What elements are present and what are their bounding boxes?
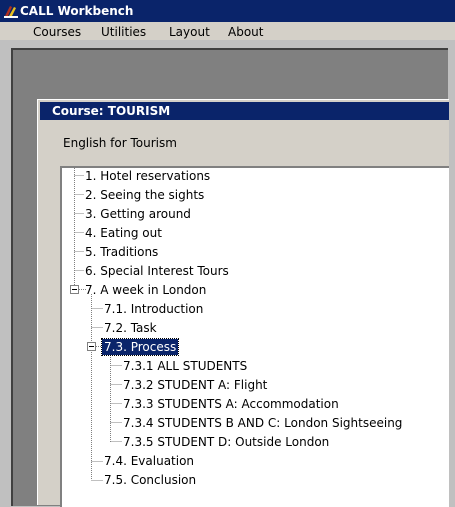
menu-layout[interactable]: Layout: [169, 24, 210, 40]
course-window-title: Course: TOURISM: [52, 104, 171, 118]
tree-node[interactable]: 5. Traditions: [85, 244, 158, 260]
tree-node[interactable]: 7.2. Task: [104, 320, 157, 336]
course-window: Course: TOURISM English for Tourism 1. H…: [37, 99, 449, 507]
tree-node[interactable]: 2. Seeing the sights: [85, 187, 204, 203]
course-tree[interactable]: 1. Hotel reservations 2. Seeing the sigh…: [60, 166, 449, 507]
menu-utilities[interactable]: Utilities: [101, 24, 146, 40]
course-description: English for Tourism: [63, 136, 177, 150]
tree-node[interactable]: 7.3.3 STUDENTS A: Accommodation: [123, 396, 339, 412]
tree-node[interactable]: 7.1. Introduction: [104, 301, 203, 317]
tree-node[interactable]: 6. Special Interest Tours: [85, 263, 229, 279]
tree-node[interactable]: 7.3.4 STUDENTS B AND C: London Sightseei…: [123, 415, 402, 431]
app-title-bar[interactable]: CALL Workbench: [0, 0, 455, 22]
tree-node[interactable]: 7.3.1 ALL STUDENTS: [123, 358, 247, 374]
collapse-icon[interactable]: [87, 342, 96, 351]
tree-node[interactable]: 7.3.5 STUDENT D: Outside London: [123, 434, 329, 450]
menu-courses[interactable]: Courses: [33, 24, 81, 40]
collapse-icon[interactable]: [70, 285, 79, 294]
tree-node[interactable]: 7.3.2 STUDENT A: Flight: [123, 377, 267, 393]
app-icon: [4, 6, 18, 18]
menu-about[interactable]: About: [228, 24, 263, 40]
menu-bar: Courses Utilities Layout About: [0, 22, 455, 40]
tree-node-selected[interactable]: 7.3. Process: [100, 338, 180, 356]
app-title: CALL Workbench: [20, 4, 134, 18]
course-window-title-bar[interactable]: Course: TOURISM: [40, 102, 449, 120]
tree-node[interactable]: 7. A week in London: [85, 282, 206, 298]
tree-node[interactable]: 7.5. Conclusion: [104, 472, 196, 488]
tree-node[interactable]: 1. Hotel reservations: [85, 168, 210, 184]
tree-node[interactable]: 7.4. Evaluation: [104, 453, 194, 469]
tree-node[interactable]: 4. Eating out: [85, 225, 162, 241]
tree-node[interactable]: 3. Getting around: [85, 206, 191, 222]
